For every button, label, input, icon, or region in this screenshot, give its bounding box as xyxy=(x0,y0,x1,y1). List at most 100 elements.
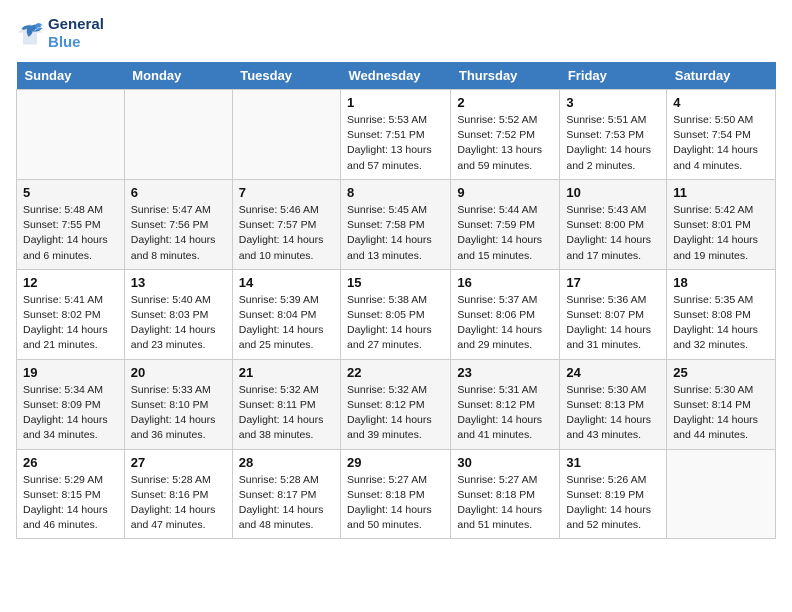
day-info: Sunrise: 5:34 AMSunset: 8:09 PMDaylight:… xyxy=(23,383,118,444)
calendar-cell: 27Sunrise: 5:28 AMSunset: 8:16 PMDayligh… xyxy=(124,449,232,539)
day-info: Sunrise: 5:44 AMSunset: 7:59 PMDaylight:… xyxy=(457,203,553,264)
calendar-cell: 31Sunrise: 5:26 AMSunset: 8:19 PMDayligh… xyxy=(560,449,667,539)
day-number: 23 xyxy=(457,365,553,380)
day-number: 27 xyxy=(131,455,226,470)
calendar-cell: 21 Sunrise: 5:32 AMSunset: 8:11 PMDayligh… xyxy=(232,359,340,449)
day-number: 31 xyxy=(566,455,660,470)
day-number: 2 xyxy=(457,95,553,110)
day-number: 18 xyxy=(673,275,769,290)
day-number: 16 xyxy=(457,275,553,290)
calendar-cell xyxy=(17,90,125,180)
calendar-week-row-2: 5 Sunrise: 5:48 AMSunset: 7:55 PMDaylight… xyxy=(17,179,776,269)
calendar-cell: 10 Sunrise: 5:43 AMSunset: 8:00 PMDayligh… xyxy=(560,179,667,269)
calendar-header-monday: Monday xyxy=(124,62,232,90)
calendar-week-row-1: 1 Sunrise: 5:53 AMSunset: 7:51 PMDaylight… xyxy=(17,90,776,180)
day-number: 4 xyxy=(673,95,769,110)
calendar-header-saturday: Saturday xyxy=(667,62,776,90)
day-number: 10 xyxy=(566,185,660,200)
day-number: 25 xyxy=(673,365,769,380)
day-number: 11 xyxy=(673,185,769,200)
day-info: Sunrise: 5:40 AMSunset: 8:03 PMDaylight:… xyxy=(131,293,226,354)
day-number: 15 xyxy=(347,275,444,290)
day-number: 1 xyxy=(347,95,444,110)
day-number: 3 xyxy=(566,95,660,110)
day-number: 7 xyxy=(239,185,334,200)
calendar-cell: 1 Sunrise: 5:53 AMSunset: 7:51 PMDaylight… xyxy=(341,90,451,180)
calendar-cell: 16 Sunrise: 5:37 AMSunset: 8:06 PMDayligh… xyxy=(451,269,560,359)
day-info: Sunrise: 5:27 AMSunset: 8:18 PMDaylight:… xyxy=(457,473,553,534)
calendar-header-wednesday: Wednesday xyxy=(341,62,451,90)
day-number: 8 xyxy=(347,185,444,200)
logo: General Blue xyxy=(16,16,104,52)
day-info: Sunrise: 5:32 AMSunset: 8:11 PMDaylight:… xyxy=(239,383,334,444)
calendar-cell: 29 Sunrise: 5:27 AMSunset: 8:18 PMDayligh… xyxy=(341,449,451,539)
calendar-header-row: SundayMondayTuesdayWednesdayThursdayFrid… xyxy=(17,62,776,90)
page-header: General Blue xyxy=(16,16,776,52)
calendar-cell: 19 Sunrise: 5:34 AMSunset: 8:09 PMDayligh… xyxy=(17,359,125,449)
day-info: Sunrise: 5:47 AMSunset: 7:56 PMDaylight:… xyxy=(131,203,226,264)
day-number: 20 xyxy=(131,365,226,380)
day-info: Sunrise: 5:52 AMSunset: 7:52 PMDaylight:… xyxy=(457,113,553,174)
day-info: Sunrise: 5:50 AMSunset: 7:54 PMDaylight:… xyxy=(673,113,769,174)
day-number: 5 xyxy=(23,185,118,200)
day-number: 30 xyxy=(457,455,553,470)
calendar-week-row-4: 19 Sunrise: 5:34 AMSunset: 8:09 PMDayligh… xyxy=(17,359,776,449)
day-info: Sunrise: 5:42 AMSunset: 8:01 PMDaylight:… xyxy=(673,203,769,264)
calendar-cell: 26 Sunrise: 5:29 AMSunset: 8:15 PMDayligh… xyxy=(17,449,125,539)
day-info: Sunrise: 5:31 AMSunset: 8:12 PMDaylight:… xyxy=(457,383,553,444)
day-number: 29 xyxy=(347,455,444,470)
calendar-cell: 17 Sunrise: 5:36 AMSunset: 8:07 PMDayligh… xyxy=(560,269,667,359)
calendar-cell: 2 Sunrise: 5:52 AMSunset: 7:52 PMDaylight… xyxy=(451,90,560,180)
day-number: 26 xyxy=(23,455,118,470)
calendar-cell: 7Sunrise: 5:46 AMSunset: 7:57 PMDaylight… xyxy=(232,179,340,269)
calendar-cell: 18 Sunrise: 5:35 AMSunset: 8:08 PMDayligh… xyxy=(667,269,776,359)
day-info: Sunrise: 5:28 AMSunset: 8:17 PMDaylight:… xyxy=(239,473,334,534)
calendar-cell: 9Sunrise: 5:44 AMSunset: 7:59 PMDaylight… xyxy=(451,179,560,269)
calendar-cell: 28Sunrise: 5:28 AMSunset: 8:17 PMDayligh… xyxy=(232,449,340,539)
calendar-cell: 15 Sunrise: 5:38 AMSunset: 8:05 PMDayligh… xyxy=(341,269,451,359)
day-info: Sunrise: 5:53 AMSunset: 7:51 PMDaylight:… xyxy=(347,113,444,174)
day-number: 13 xyxy=(131,275,226,290)
calendar-cell: 11 Sunrise: 5:42 AMSunset: 8:01 PMDayligh… xyxy=(667,179,776,269)
calendar-cell xyxy=(667,449,776,539)
day-info: Sunrise: 5:48 AMSunset: 7:55 PMDaylight:… xyxy=(23,203,118,264)
day-info: Sunrise: 5:38 AMSunset: 8:05 PMDaylight:… xyxy=(347,293,444,354)
calendar-cell: 23 Sunrise: 5:31 AMSunset: 8:12 PMDayligh… xyxy=(451,359,560,449)
calendar-cell: 12 Sunrise: 5:41 AMSunset: 8:02 PMDayligh… xyxy=(17,269,125,359)
calendar-cell: 8 Sunrise: 5:45 AMSunset: 7:58 PMDaylight… xyxy=(341,179,451,269)
calendar-cell: 4 Sunrise: 5:50 AMSunset: 7:54 PMDaylight… xyxy=(667,90,776,180)
day-info: Sunrise: 5:33 AMSunset: 8:10 PMDaylight:… xyxy=(131,383,226,444)
calendar-header-tuesday: Tuesday xyxy=(232,62,340,90)
day-info: Sunrise: 5:51 AMSunset: 7:53 PMDaylight:… xyxy=(566,113,660,174)
calendar-cell: 22 Sunrise: 5:32 AMSunset: 8:12 PMDayligh… xyxy=(341,359,451,449)
calendar-week-row-3: 12 Sunrise: 5:41 AMSunset: 8:02 PMDayligh… xyxy=(17,269,776,359)
day-number: 19 xyxy=(23,365,118,380)
day-number: 21 xyxy=(239,365,334,380)
calendar-table: SundayMondayTuesdayWednesdayThursdayFrid… xyxy=(16,62,776,539)
day-info: Sunrise: 5:43 AMSunset: 8:00 PMDaylight:… xyxy=(566,203,660,264)
day-number: 12 xyxy=(23,275,118,290)
calendar-header-friday: Friday xyxy=(560,62,667,90)
day-info: Sunrise: 5:37 AMSunset: 8:06 PMDaylight:… xyxy=(457,293,553,354)
day-number: 17 xyxy=(566,275,660,290)
calendar-header-thursday: Thursday xyxy=(451,62,560,90)
day-info: Sunrise: 5:35 AMSunset: 8:08 PMDaylight:… xyxy=(673,293,769,354)
day-info: Sunrise: 5:30 AMSunset: 8:13 PMDaylight:… xyxy=(566,383,660,444)
day-info: Sunrise: 5:27 AMSunset: 8:18 PMDaylight:… xyxy=(347,473,444,534)
day-info: Sunrise: 5:36 AMSunset: 8:07 PMDaylight:… xyxy=(566,293,660,354)
day-info: Sunrise: 5:30 AMSunset: 8:14 PMDaylight:… xyxy=(673,383,769,444)
calendar-cell: 14Sunrise: 5:39 AMSunset: 8:04 PMDayligh… xyxy=(232,269,340,359)
calendar-cell: 13 Sunrise: 5:40 AMSunset: 8:03 PMDayligh… xyxy=(124,269,232,359)
day-info: Sunrise: 5:29 AMSunset: 8:15 PMDaylight:… xyxy=(23,473,118,534)
calendar-cell: 24Sunrise: 5:30 AMSunset: 8:13 PMDayligh… xyxy=(560,359,667,449)
day-info: Sunrise: 5:41 AMSunset: 8:02 PMDaylight:… xyxy=(23,293,118,354)
logo-text: General Blue xyxy=(48,16,104,52)
calendar-header-sunday: Sunday xyxy=(17,62,125,90)
calendar-cell xyxy=(124,90,232,180)
day-info: Sunrise: 5:32 AMSunset: 8:12 PMDaylight:… xyxy=(347,383,444,444)
calendar-cell: 6Sunrise: 5:47 AMSunset: 7:56 PMDaylight… xyxy=(124,179,232,269)
day-number: 22 xyxy=(347,365,444,380)
day-info: Sunrise: 5:39 AMSunset: 8:04 PMDaylight:… xyxy=(239,293,334,354)
calendar-cell: 3 Sunrise: 5:51 AMSunset: 7:53 PMDaylight… xyxy=(560,90,667,180)
day-info: Sunrise: 5:45 AMSunset: 7:58 PMDaylight:… xyxy=(347,203,444,264)
